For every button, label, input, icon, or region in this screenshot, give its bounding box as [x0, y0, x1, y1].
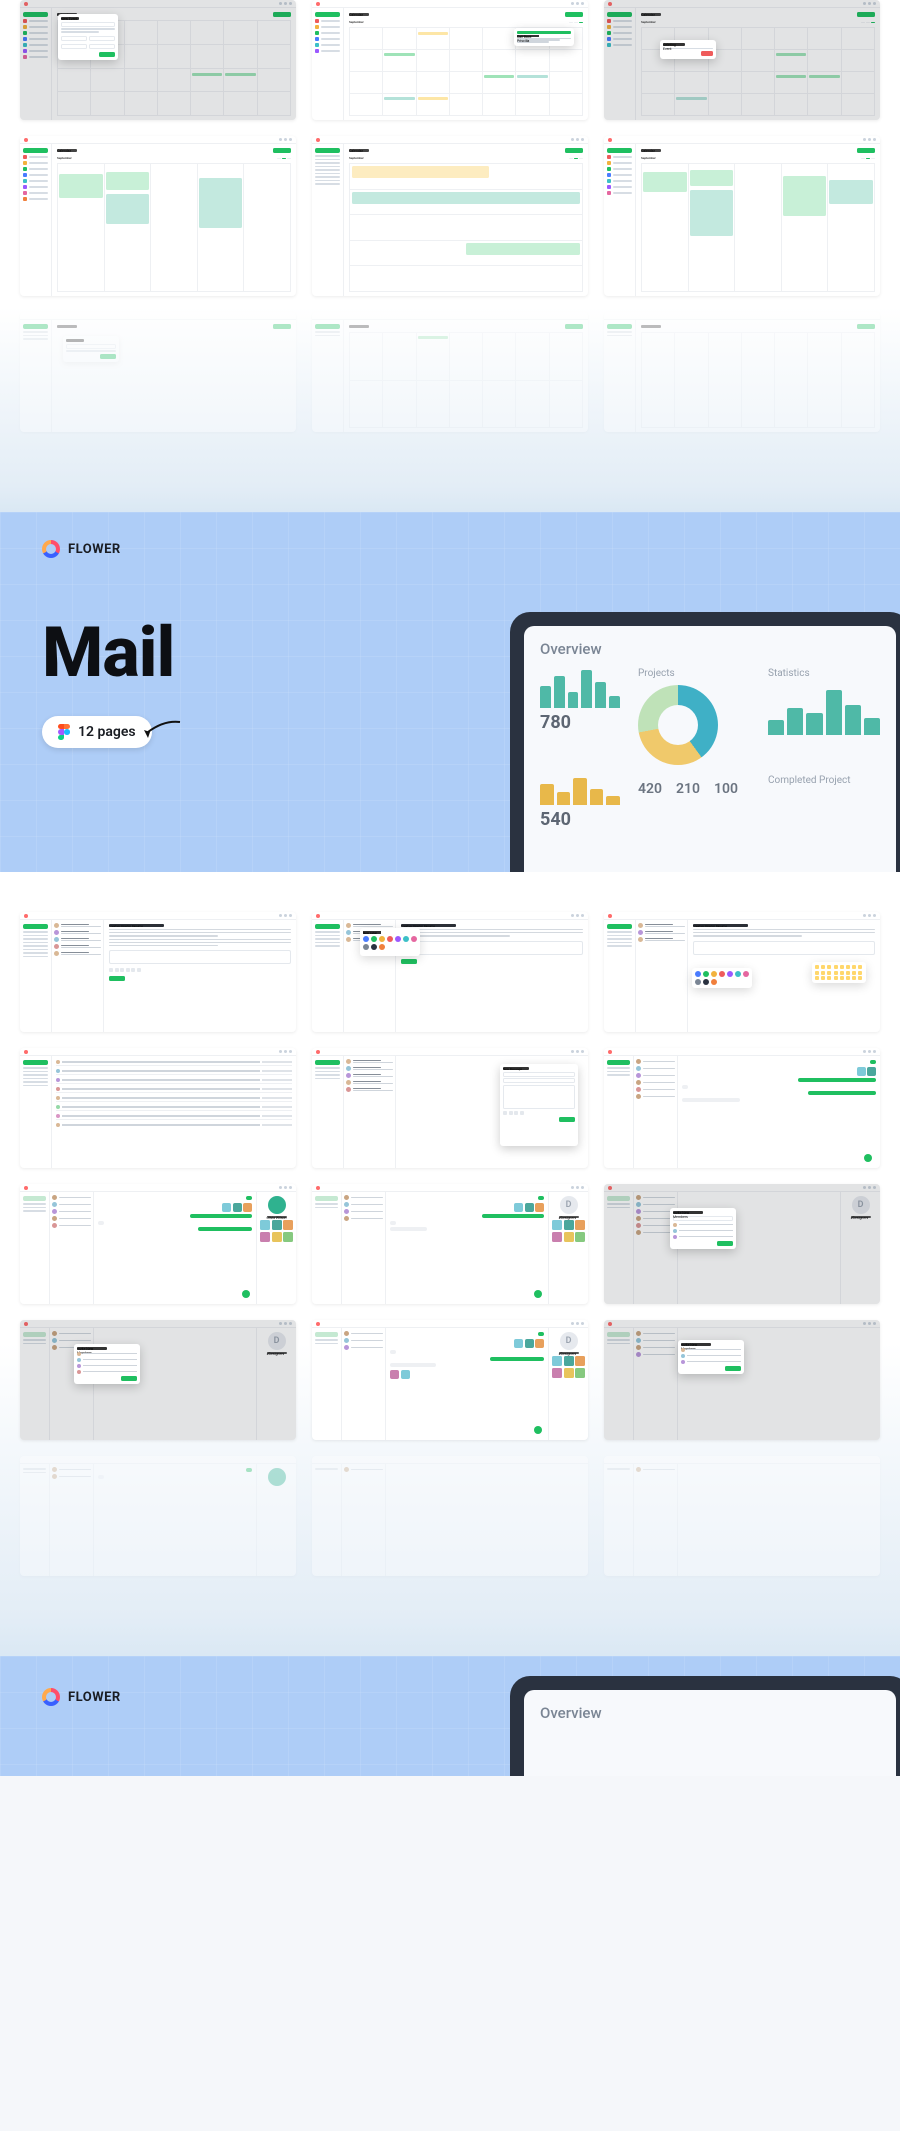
new-event-modal[interactable]: New Event [58, 14, 118, 60]
invite-members-modal[interactable]: Invite New Members [678, 1340, 744, 1374]
mail-hero: FLOWER Mail 12 pages Overview 780 Projec… [0, 512, 900, 872]
calendar-new-event-modal-screenshot[interactable]: Calendar New Event [20, 0, 296, 120]
compose-button[interactable] [23, 924, 48, 929]
calendar-week-view-3[interactable]: Calendar September [604, 136, 880, 296]
arrow-icon [142, 718, 182, 742]
pages-badge: 12 pages [42, 716, 152, 748]
flower-logo-icon [42, 540, 60, 558]
calendar-reflect-3 [604, 312, 880, 432]
chat-profile-emoji-screenshot[interactable]: Olivia Wilson [20, 1184, 296, 1304]
emoji-picker[interactable] [812, 962, 866, 983]
next-section-hero: FLOWER Overview [0, 1656, 900, 1776]
mail-thumbnails: Creative Director Resume Creative Direct… [0, 872, 900, 1656]
chat-group-letter-avatar-screenshot[interactable]: D #Designers [312, 1184, 588, 1304]
delete-button[interactable] [701, 51, 713, 56]
figma-icon [58, 724, 70, 740]
section-title: Mail [42, 612, 174, 694]
compose-fab[interactable] [864, 1154, 872, 1162]
new-label-popover[interactable]: New Label [360, 928, 420, 956]
calendar-event-tooltip-screenshot[interactable]: Calendar September Call Back Priscilla [312, 0, 588, 120]
flower-logo-icon [42, 1688, 60, 1706]
mail-chat-screenshot[interactable] [604, 1048, 880, 1168]
chat-invite-variant-3[interactable]: Invite New Members [604, 1320, 880, 1440]
mail-inbox-list-screenshot[interactable] [20, 1048, 296, 1168]
mail-emoji-screenshot[interactable]: Creative Director Resume [604, 912, 880, 1032]
delete-event-modal[interactable]: Deleting Event [660, 40, 716, 59]
mail-subject: Creative Director Resume [109, 924, 164, 927]
calendar-week-view-1[interactable]: Calendar September [20, 136, 296, 296]
chat-invite-variant-2[interactable]: D #Designers Invite New Members [20, 1320, 296, 1440]
new-message-modal[interactable]: New Message [500, 1064, 578, 1146]
calendar-reflect-2 [312, 312, 588, 432]
label-color-popover[interactable] [692, 968, 752, 988]
chat-gallery-screenshot[interactable]: D #Designers [312, 1320, 588, 1440]
mail-reflect-1 [20, 1456, 296, 1576]
mail-reflect-2 [312, 1456, 588, 1576]
reply-button[interactable] [109, 976, 125, 981]
calendar-thumbnails: Calendar New Event [0, 0, 900, 512]
mail-reader-screenshot[interactable]: Creative Director Resume [20, 912, 296, 1032]
mail-new-label-screenshot[interactable]: Creative Director Resume New Label [312, 912, 588, 1032]
device-mockup: Overview 780 Projects Statistics [510, 612, 900, 872]
brand: FLOWER [42, 540, 121, 558]
calendar-delete-confirm-screenshot[interactable]: Calendar September Deleting Event [604, 0, 880, 120]
calendar-reflect-1 [20, 312, 296, 432]
calendar-week-view-2[interactable]: Calendar September [312, 136, 588, 296]
save-button[interactable] [99, 52, 115, 57]
invite-members-modal[interactable]: Invite New Members [670, 1208, 736, 1249]
event-tooltip[interactable]: Call Back Priscilla [514, 28, 574, 46]
chat-invite-members-screenshot[interactable]: D #Designers Invite New Members [604, 1184, 880, 1304]
mail-reflect-3 [604, 1456, 880, 1576]
mail-new-message-screenshot[interactable]: New Message [312, 1048, 588, 1168]
invite-members-modal[interactable]: Invite New Members [74, 1344, 140, 1384]
